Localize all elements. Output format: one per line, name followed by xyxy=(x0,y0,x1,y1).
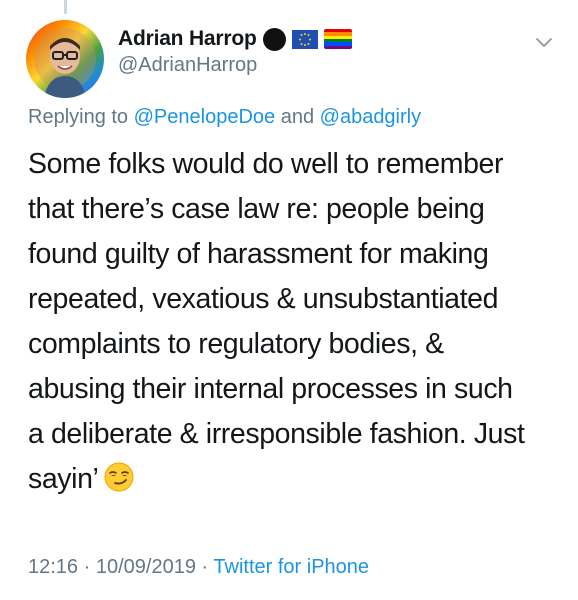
meta-separator: · xyxy=(83,556,91,578)
mention-link[interactable]: @abadgirly xyxy=(320,106,421,128)
tweet-text: Some folks would do well to remember tha… xyxy=(28,142,568,502)
tweet-card: Adrian Harrop @AdrianHarrop Replying to … xyxy=(0,0,578,600)
eu-flag-icon xyxy=(291,29,318,49)
tweet-time[interactable]: 12:16 xyxy=(28,556,78,578)
tweet-text-line: complaints to regulatory bodies, & xyxy=(28,328,444,360)
replying-to-label: Replying to xyxy=(28,106,129,128)
mention-link[interactable]: @PenelopeDoe xyxy=(134,106,276,128)
tweet-date[interactable]: 10/09/2019 xyxy=(96,556,196,578)
tweet-meta: 12:16 · 10/09/2019 · Twitter for iPhone xyxy=(28,556,369,579)
avatar[interactable] xyxy=(26,20,104,98)
tweet-text-line: Some folks would do well to remember xyxy=(28,148,504,180)
replying-to-joiner: and xyxy=(280,106,315,128)
meta-separator: · xyxy=(201,556,209,578)
replying-to: Replying to @PenelopeDoe and @abadgirly xyxy=(28,106,421,129)
rainbow-flag-icon xyxy=(323,29,352,49)
tweet-text-last-line: sayin’ xyxy=(28,457,568,502)
black-circle-icon xyxy=(262,27,286,51)
tweet-source-link[interactable]: Twitter for iPhone xyxy=(213,556,369,578)
display-name[interactable]: Adrian Harrop xyxy=(118,27,257,51)
tweet-text-line: repeated, vexatious & unsubstantiated xyxy=(28,283,499,315)
tweet-text-line: a deliberate & irresponsible fashion. Ju… xyxy=(28,418,525,450)
tweet-text-line: sayin’ xyxy=(28,463,99,495)
avatar-image xyxy=(26,20,104,98)
thread-connector-line xyxy=(64,0,67,14)
author-name-row[interactable]: Adrian Harrop xyxy=(118,22,352,56)
tweet-text-line: that there’s case law re: people being xyxy=(28,193,485,225)
tweet-text-line: found guilty of harassment for making xyxy=(28,238,489,270)
tweet-text-line: abusing their internal processes in such xyxy=(28,373,513,405)
chevron-down-icon[interactable] xyxy=(534,32,554,52)
smirking-face-icon xyxy=(104,462,134,492)
author-handle[interactable]: @AdrianHarrop xyxy=(118,54,257,77)
